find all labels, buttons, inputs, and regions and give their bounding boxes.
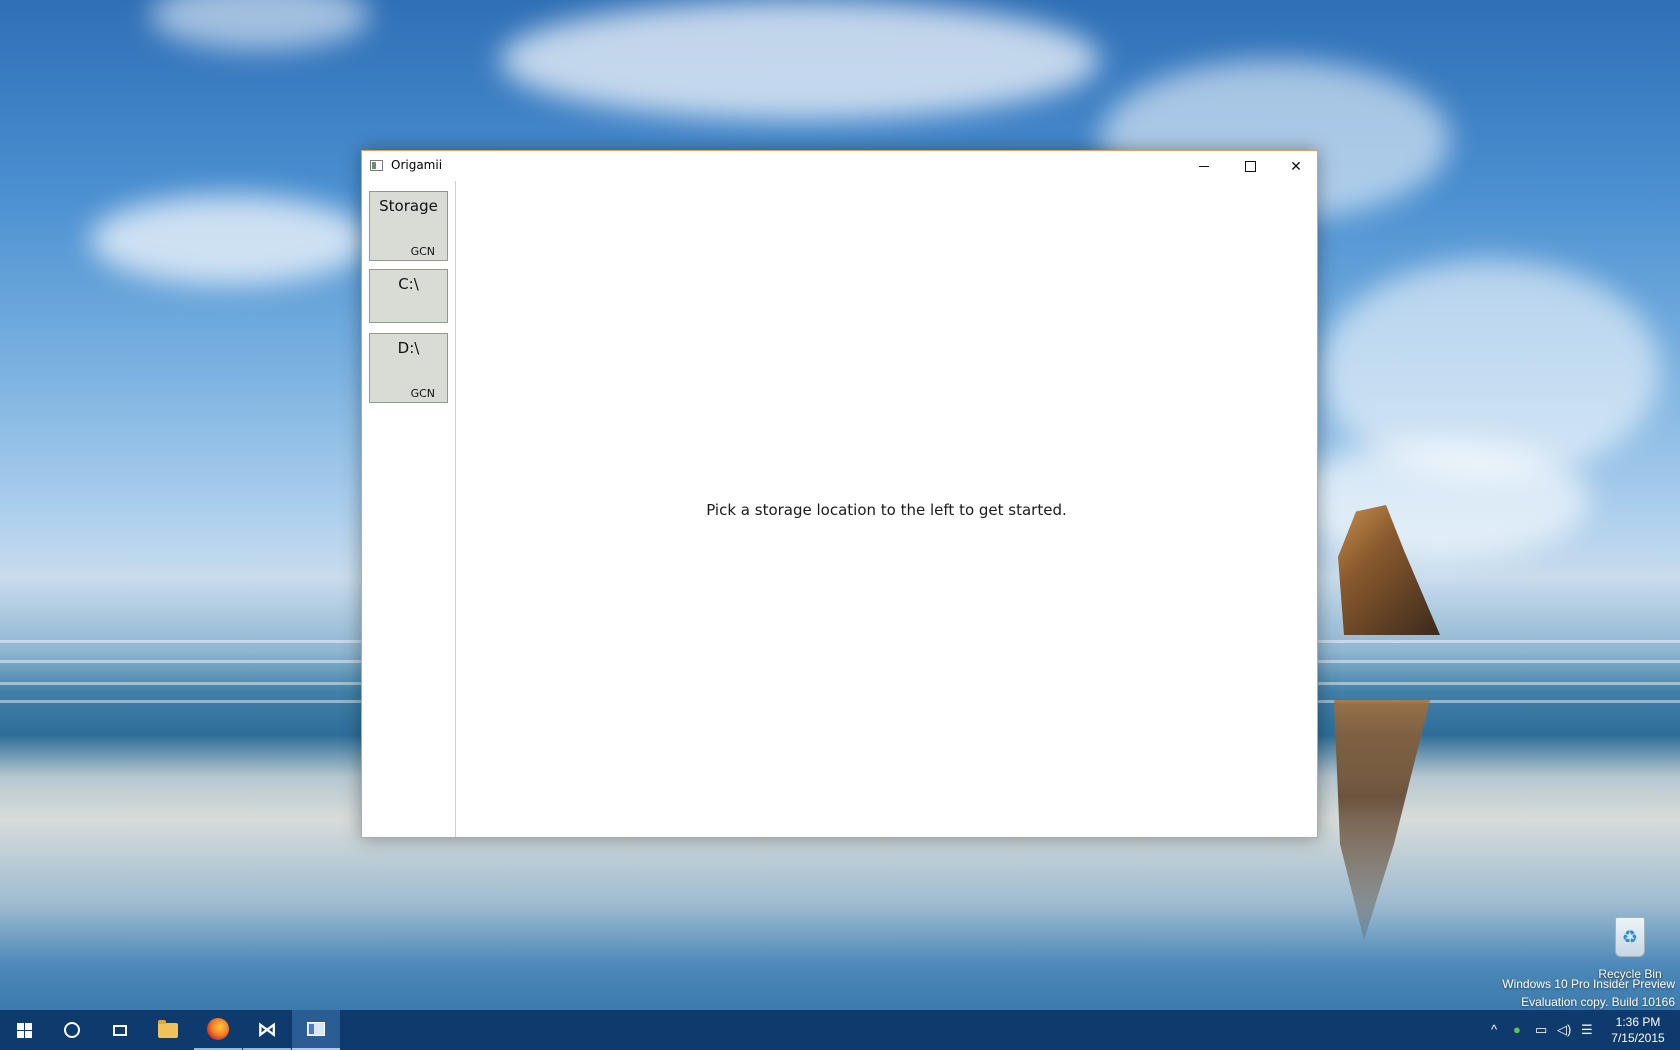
windows-start-icon	[16, 1022, 32, 1038]
location-name: Storage	[379, 197, 438, 215]
taskbar: ⋈ ^ ● ▭ ◁) ☰ 1:36 PM 7/15/2015	[0, 1010, 1680, 1050]
task-view-icon	[113, 1024, 127, 1036]
visual-studio-button[interactable]: ⋈	[243, 1010, 291, 1050]
cloud	[90, 195, 370, 285]
firefox-icon	[207, 1018, 229, 1040]
search-button[interactable]	[48, 1010, 96, 1050]
file-explorer-button[interactable]	[144, 1010, 192, 1050]
location-tile-d-drive[interactable]: D:\ GCN	[369, 333, 448, 403]
location-name: C:\	[398, 275, 419, 293]
location-tile-storage[interactable]: Storage GCN	[369, 191, 448, 261]
cloud	[1290, 440, 1590, 560]
cloud	[150, 0, 370, 50]
windows-watermark: Windows 10 Pro Insider Preview Evaluatio…	[1502, 975, 1675, 1011]
maximize-icon	[1244, 160, 1256, 172]
network-icon[interactable]: ▭	[1535, 1022, 1547, 1038]
taskbar-clock[interactable]: 1:36 PM 7/15/2015	[1605, 1014, 1671, 1046]
file-explorer-icon	[158, 1019, 178, 1038]
origamii-taskbar-button[interactable]	[292, 1010, 340, 1050]
window-title: Origamii	[391, 158, 443, 172]
location-tile-c-drive[interactable]: C:\	[369, 269, 448, 323]
minimize-button[interactable]	[1181, 151, 1227, 181]
sea-rock-reflection	[1334, 700, 1430, 940]
location-tag: GCN	[410, 245, 435, 258]
security-shield-icon[interactable]: ●	[1513, 1022, 1521, 1038]
clock-time: 1:36 PM	[1615, 1015, 1661, 1029]
cloud	[500, 0, 1100, 120]
watermark-line: Evaluation copy. Build 10166	[1521, 995, 1675, 1009]
close-button[interactable]: ✕	[1273, 151, 1319, 181]
firefox-button[interactable]	[194, 1010, 242, 1050]
clock-date: 7/15/2015	[1611, 1031, 1665, 1045]
maximize-button[interactable]	[1227, 151, 1273, 181]
recycle-bin-icon: ♻	[1615, 917, 1645, 957]
start-button[interactable]	[0, 1010, 48, 1050]
title-bar[interactable]: Origamii ✕	[362, 151, 1317, 181]
origamii-app-icon	[307, 1022, 325, 1036]
visual-studio-icon: ⋈	[257, 1017, 277, 1041]
search-circle-icon	[64, 1022, 80, 1038]
minimize-icon	[1199, 165, 1209, 167]
empty-state-message: Pick a storage location to the left to g…	[706, 501, 1067, 519]
storage-location-sidebar: Storage GCN C:\ D:\ GCN	[362, 181, 456, 837]
task-view-button[interactable]	[96, 1010, 144, 1050]
watermark-line: Windows 10 Pro Insider Preview	[1502, 977, 1675, 991]
close-icon: ✕	[1290, 157, 1302, 174]
show-hidden-icons-chevron-icon[interactable]: ^	[1491, 1022, 1497, 1038]
origamii-window[interactable]: Origamii ✕ Storage GCN C:\ D:\ GCN Pick …	[361, 150, 1318, 838]
location-name: D:\	[397, 339, 420, 357]
volume-icon[interactable]: ◁)	[1557, 1022, 1571, 1038]
action-center-icon[interactable]: ☰	[1581, 1022, 1593, 1038]
app-window-icon	[370, 160, 383, 171]
location-tag: GCN	[410, 387, 435, 400]
